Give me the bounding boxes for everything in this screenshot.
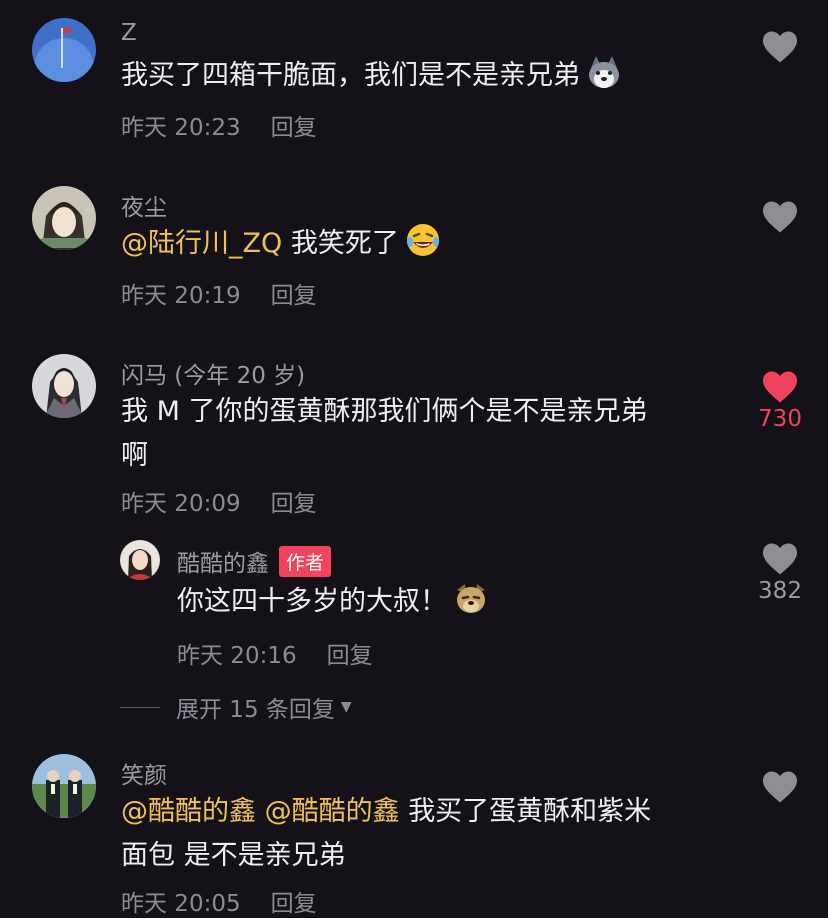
mention-link[interactable]: @酷酷的鑫	[121, 796, 256, 827]
author-badge: 作者	[279, 546, 332, 577]
comment-text: @陆行川_ZQ 我笑死了	[121, 222, 441, 266]
heart-icon	[763, 31, 797, 63]
comment-item: Z 我买了四箱干脆面，我们是不是亲兄弟 昨天 20:23 回复	[0, 0, 828, 160]
comment-meta: 昨天 20:19 回复	[121, 276, 317, 310]
reply-button[interactable]: 回复	[271, 283, 317, 309]
comment-time: 昨天 20:09	[121, 491, 241, 517]
like-button[interactable]	[750, 770, 810, 804]
reply-item: 酷酷的鑫 作者 你这四十多岁的大叔！ 昨天 20:16 回复 382	[0, 530, 828, 680]
avatar[interactable]	[32, 754, 96, 818]
comment-username[interactable]: 笑颜	[121, 756, 167, 790]
reply-button[interactable]: 回复	[327, 643, 373, 669]
husky-emoji-icon	[586, 54, 622, 90]
like-count: 382	[758, 578, 802, 604]
comment-meta: 昨天 20:09 回复	[121, 484, 317, 518]
mention-link[interactable]: @酷酷的鑫	[265, 796, 400, 827]
like-button[interactable]	[750, 200, 810, 234]
comment-text-content: 我买了蛋黄酥和紫米	[408, 796, 652, 827]
reply-button[interactable]: 回复	[271, 115, 317, 141]
mention-link[interactable]: @陆行川_ZQ	[121, 228, 282, 259]
comment-meta: 昨天 20:23 回复	[121, 108, 317, 142]
comment-text-line: 啊	[121, 440, 148, 471]
comment-time: 昨天 20:16	[177, 643, 297, 669]
like-button[interactable]: 382	[750, 542, 810, 604]
avatar[interactable]	[32, 354, 96, 418]
expand-replies-label: 展开 15 条回复	[176, 697, 335, 723]
heart-icon	[763, 771, 797, 803]
avatar[interactable]	[120, 540, 160, 580]
comment-time: 昨天 20:05	[121, 891, 241, 917]
comment-time: 昨天 20:19	[121, 283, 241, 309]
like-count: 730	[758, 406, 802, 432]
caret-down-icon: ▼	[340, 699, 352, 715]
reply-button[interactable]: 回复	[271, 891, 317, 917]
expand-replies-button[interactable]: 展开 15 条回复 ▼	[120, 690, 352, 724]
heart-filled-icon	[763, 371, 797, 403]
comment-text: 我 M 了你的蛋黄酥那我们俩个是不是亲兄弟 啊	[121, 390, 721, 478]
avatar[interactable]	[32, 18, 96, 82]
comment-meta: 昨天 20:16 回复	[177, 636, 373, 670]
comment-text-content: 我买了四箱干脆面，我们是不是亲兄弟	[121, 60, 580, 91]
comment-text-line: @酷酷的鑫 @酷酷的鑫 我买了蛋黄酥和紫米	[121, 790, 721, 834]
comment-item: 笑颜 @酷酷的鑫 @酷酷的鑫 我买了蛋黄酥和紫米 面包 是不是亲兄弟 昨天 20…	[0, 740, 828, 917]
heart-icon	[763, 543, 797, 575]
dog-emoji-icon	[453, 580, 489, 616]
comment-text-content: 你这四十多岁的大叔！	[177, 586, 447, 617]
comment-text: 你这四十多岁的大叔！	[177, 580, 489, 624]
comment-text: @酷酷的鑫 @酷酷的鑫 我买了蛋黄酥和紫米 面包 是不是亲兄弟	[121, 790, 721, 878]
comment-username: 酷酷的鑫 作者	[177, 544, 332, 578]
like-button[interactable]: 730	[750, 370, 810, 432]
comment-username[interactable]: 闪马 (今年 20 岁)	[121, 356, 305, 390]
comment-item: 夜尘 @陆行川_ZQ 我笑死了 昨天 20:19 回复	[0, 160, 828, 330]
comment-text-line: 我 M 了你的蛋黄酥那我们俩个是不是亲兄弟	[121, 396, 648, 427]
comment-text: 我买了四箱干脆面，我们是不是亲兄弟	[121, 54, 622, 98]
comment-username[interactable]: 夜尘	[121, 188, 167, 222]
comment-text-content: 我笑死了	[290, 228, 399, 259]
comment-username[interactable]: Z	[121, 20, 137, 46]
comment-time: 昨天 20:23	[121, 115, 241, 141]
reply-button[interactable]: 回复	[271, 491, 317, 517]
comment-text-line: 面包 是不是亲兄弟	[121, 840, 346, 871]
laughing-tears-emoji-icon	[405, 222, 441, 258]
divider-line	[120, 706, 160, 708]
avatar[interactable]	[32, 186, 96, 250]
heart-icon	[763, 201, 797, 233]
like-button[interactable]	[750, 30, 810, 64]
author-name[interactable]: 酷酷的鑫	[177, 551, 269, 577]
comment-item: 闪马 (今年 20 岁) 我 M 了你的蛋黄酥那我们俩个是不是亲兄弟 啊 昨天 …	[0, 340, 828, 530]
